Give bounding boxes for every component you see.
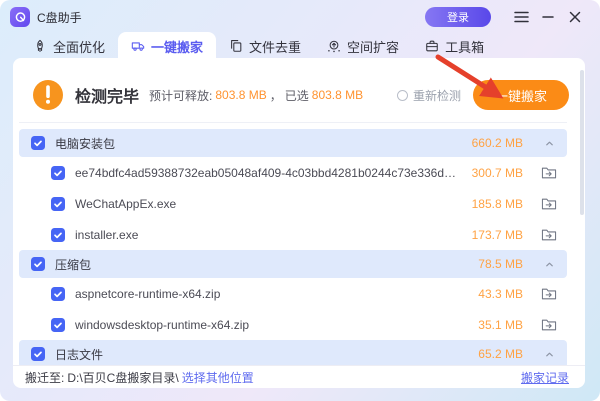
open-location-icon[interactable]: [539, 166, 559, 180]
expand-icon: [327, 39, 341, 53]
checkbox[interactable]: [31, 257, 45, 271]
file-name: WeChatAppEx.exe: [75, 197, 461, 211]
minimize-icon[interactable]: [537, 6, 559, 28]
menu-icon[interactable]: [510, 6, 532, 28]
file-name: windowsdesktop-runtime-x64.zip: [75, 318, 461, 332]
group-name: 电脑安装包: [55, 135, 461, 152]
releasable-value: 803.8 MB: [215, 88, 266, 102]
group-size: 78.5 MB: [461, 257, 523, 271]
file-name: aspnetcore-runtime-x64.zip: [75, 287, 461, 301]
move-target: 搬迁至: D:\百贝C盘搬家目录\ 选择其他位置: [25, 369, 254, 386]
tab-toolbox[interactable]: 工具箱: [412, 32, 497, 60]
checkbox[interactable]: [31, 347, 45, 361]
summary-detail: 预计可释放: 803.8 MB ， 已选 803.8 MB: [149, 87, 363, 104]
tab-label: 全面优化: [53, 37, 105, 56]
collapse-icon[interactable]: [539, 138, 559, 149]
tab-label: 工具箱: [445, 37, 484, 56]
collapse-icon[interactable]: [539, 349, 559, 360]
footer-bar: 搬迁至: D:\百贝C盘搬家目录\ 选择其他位置 搬家记录: [13, 365, 585, 388]
checkbox[interactable]: [51, 228, 65, 242]
file-row: installer.exe173.7 MB: [19, 219, 567, 250]
checkbox[interactable]: [51, 166, 65, 180]
checkbox[interactable]: [51, 318, 65, 332]
checkbox[interactable]: [31, 136, 45, 150]
file-row: aspnetcore-runtime-x64.zip43.3 MB: [19, 278, 567, 309]
group-size: 660.2 MB: [461, 136, 523, 150]
recheck-label: 重新检测: [413, 87, 461, 104]
titlebar: C盘助手 登录: [0, 0, 600, 32]
one-click-move-button[interactable]: 一键搬家: [473, 80, 569, 110]
file-row: ee74bdfc4ad59388732eab05048af409-4c03bbd…: [19, 157, 567, 188]
login-button[interactable]: 登录: [425, 7, 491, 27]
close-icon[interactable]: [564, 6, 586, 28]
file-name: installer.exe: [75, 228, 461, 242]
file-list: 电脑安装包660.2 MB ee74bdfc4ad59388732eab05048…: [19, 122, 567, 365]
choose-location-link[interactable]: 选择其他位置: [182, 369, 254, 386]
recheck-button[interactable]: 重新检测: [397, 87, 461, 104]
target-path: D:\百贝C盘搬家目录\: [67, 369, 178, 386]
open-location-icon[interactable]: [539, 318, 559, 332]
rocket-icon: [33, 39, 47, 53]
refresh-icon: [397, 90, 408, 101]
move-history-link[interactable]: 搬家记录: [521, 369, 569, 386]
group-name: 压缩包: [55, 256, 461, 273]
file-size: 185.8 MB: [461, 197, 523, 211]
checkbox[interactable]: [51, 197, 65, 211]
group-size: 65.2 MB: [461, 347, 523, 361]
group-row[interactable]: 压缩包78.5 MB: [19, 250, 567, 278]
file-row: windowsdesktop-runtime-x64.zip35.1 MB: [19, 309, 567, 340]
app-window: C盘助手 登录 全面优化一键搬家文件去重空间扩容工具箱 检测完毕 预计可释放: …: [0, 0, 600, 401]
open-location-icon[interactable]: [539, 197, 559, 211]
file-size: 173.7 MB: [461, 228, 523, 242]
checkbox[interactable]: [51, 287, 65, 301]
scrollbar-thumb[interactable]: [580, 70, 584, 215]
scan-summary: 检测完毕 预计可释放: 803.8 MB ， 已选 803.8 MB 重新检测 …: [13, 58, 585, 122]
status-title: 检测完毕: [75, 83, 139, 107]
file-size: 43.3 MB: [461, 287, 523, 301]
main-panel: 检测完毕 预计可释放: 803.8 MB ， 已选 803.8 MB 重新检测 …: [13, 58, 585, 388]
comma: ，: [270, 87, 282, 104]
app-title: C盘助手: [37, 9, 82, 26]
group-row[interactable]: 日志文件65.2 MB: [19, 340, 567, 365]
tab-quick-move[interactable]: 一键搬家: [118, 32, 216, 60]
truck-icon: [131, 39, 145, 53]
warning-icon: [33, 80, 63, 110]
tab-space-expand[interactable]: 空间扩容: [314, 32, 412, 60]
tab-label: 一键搬家: [151, 37, 203, 56]
app-logo-icon: [10, 7, 30, 27]
file-name: ee74bdfc4ad59388732eab05048af409-4c03bbd…: [75, 166, 461, 180]
file-size: 35.1 MB: [461, 318, 523, 332]
group-row[interactable]: 电脑安装包660.2 MB: [19, 129, 567, 157]
moveto-label: 搬迁至:: [25, 369, 64, 386]
tab-full-optimize[interactable]: 全面优化: [20, 32, 118, 60]
toolbox-icon: [425, 39, 439, 53]
file-row: WeChatAppEx.exe185.8 MB: [19, 188, 567, 219]
selected-value: 803.8 MB: [312, 88, 363, 102]
tab-bar: 全面优化 一键搬家 文件去重 空间扩容 工具箱: [0, 32, 600, 60]
collapse-icon[interactable]: [539, 259, 559, 270]
selected-label: 已选: [285, 87, 309, 104]
open-location-icon[interactable]: [539, 228, 559, 242]
tab-file-dedupe[interactable]: 文件去重: [216, 32, 314, 60]
tab-label: 空间扩容: [347, 37, 399, 56]
copy-icon: [229, 39, 243, 53]
tab-label: 文件去重: [249, 37, 301, 56]
file-size: 300.7 MB: [461, 166, 523, 180]
group-name: 日志文件: [55, 346, 461, 363]
open-location-icon[interactable]: [539, 287, 559, 301]
releasable-label: 预计可释放:: [149, 87, 212, 104]
